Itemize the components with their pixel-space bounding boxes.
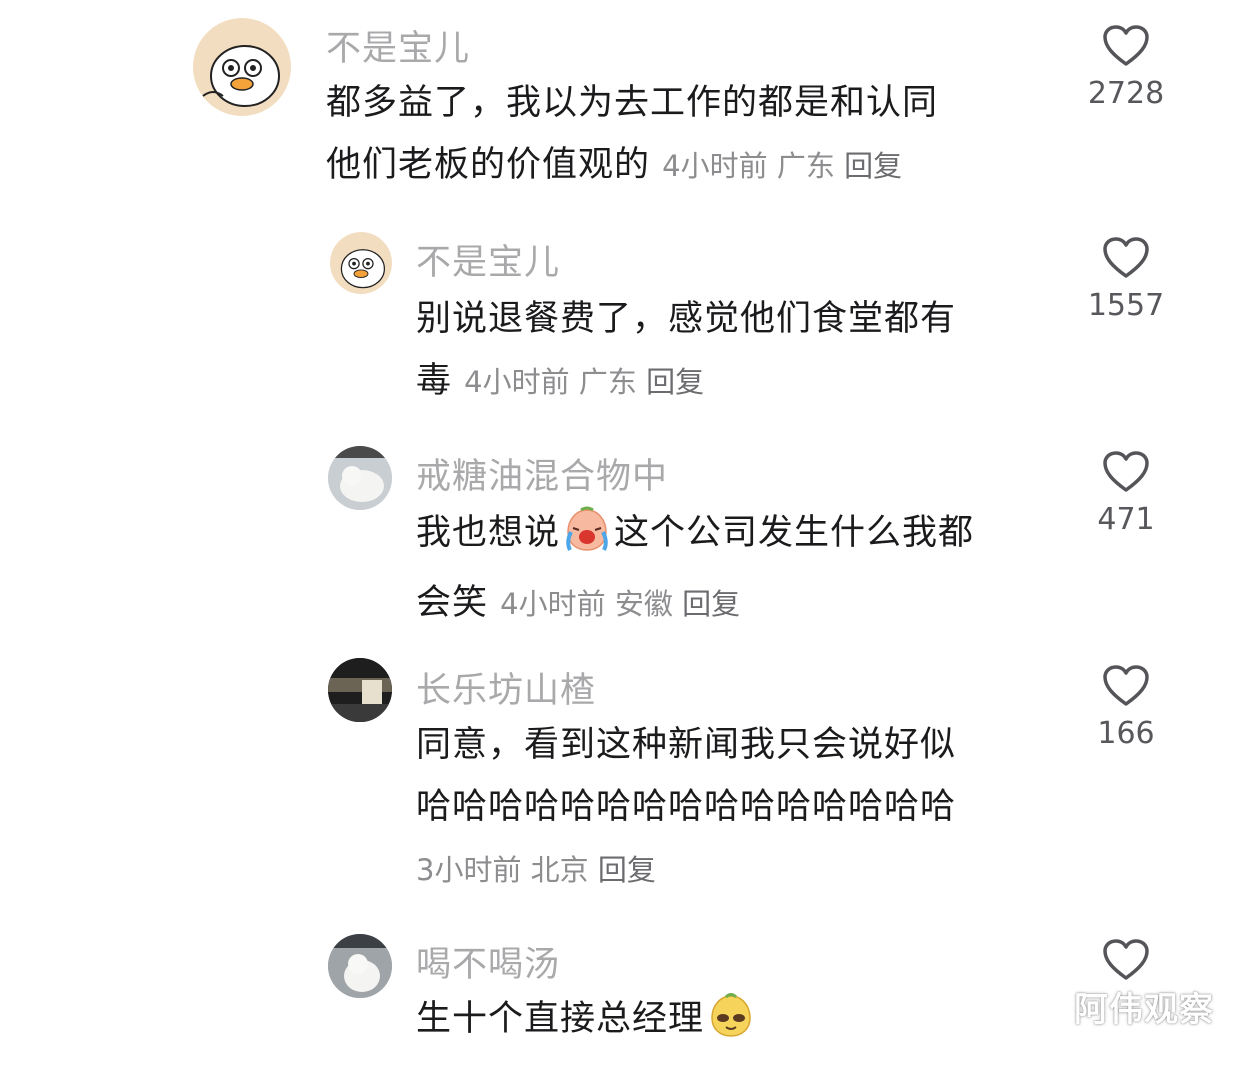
comment-line: 都多益了，我以为去工作的都是和认同 xyxy=(326,83,939,123)
cat-photo-avatar-icon xyxy=(328,446,392,510)
comment-meta: 4小时前 广东 回复 xyxy=(464,365,704,399)
avatar[interactable] xyxy=(330,232,392,294)
timestamp: 4小时前 xyxy=(662,149,768,183)
like-count: 166 xyxy=(1097,716,1155,751)
like-count: 471 xyxy=(1097,502,1155,537)
comment-line: 他们老板的价值观的 4小时前 广东 回复 xyxy=(326,134,1046,197)
reply-button[interactable]: 回复 xyxy=(646,365,704,399)
comment-line-text: 这个公司发生什么我都 xyxy=(614,513,975,553)
comment-text: 生十个直接总经理 xyxy=(416,988,1066,1058)
timestamp: 4小时前 xyxy=(464,365,570,399)
comment-meta: 3小时前 北京 回复 xyxy=(416,853,656,887)
comment-line: 别说退餐费了，感觉他们食堂都有 xyxy=(416,299,957,339)
comment-line-text: 生十个直接总经理 xyxy=(416,999,705,1039)
heart-outline-icon xyxy=(1103,25,1149,66)
like-button[interactable]: 166 xyxy=(1076,664,1176,751)
like-button[interactable]: 1557 xyxy=(1076,236,1176,323)
comment-2: 不是宝儿 别说退餐费了，感觉他们食堂都有 毒 4小时前 广东 回复 1557 xyxy=(0,220,1234,420)
timestamp: 3小时前 xyxy=(416,853,522,887)
comment-line: 毒 4小时前 广东 回复 xyxy=(416,350,1056,413)
comment-line-text: 毒 xyxy=(416,361,453,401)
heart-outline-icon xyxy=(1103,237,1149,278)
heart-outline-icon xyxy=(1103,939,1149,980)
comment-line-text: 会笑 xyxy=(416,583,489,623)
username[interactable]: 不是宝儿 xyxy=(416,234,560,285)
comment-text: 同意，看到这种新闻我只会说好似 哈哈哈哈哈哈哈哈哈哈哈哈哈哈哈 3小时前 北京 … xyxy=(416,714,1066,901)
reply-button[interactable]: 回复 xyxy=(682,587,740,621)
comment-line-text: 我也想说 xyxy=(416,513,561,553)
dog-photo-avatar-icon xyxy=(328,934,392,998)
avatar[interactable] xyxy=(328,658,392,722)
location: 广东 xyxy=(578,365,637,399)
username[interactable]: 喝不喝汤 xyxy=(416,936,560,987)
like-count: 2728 xyxy=(1087,76,1165,111)
comment-line: 3小时前 北京 回复 xyxy=(416,838,1066,901)
avatar[interactable] xyxy=(328,934,392,998)
comment-text: 别说退餐费了，感觉他们食堂都有 毒 4小时前 广东 回复 xyxy=(416,288,1056,413)
avatar[interactable] xyxy=(328,446,392,510)
comment-line: 生十个直接总经理 xyxy=(416,988,1066,1058)
username[interactable]: 不是宝儿 xyxy=(326,20,470,71)
comment-meta: 4小时前 安徽 回复 xyxy=(500,587,740,621)
location: 北京 xyxy=(530,853,589,887)
heart-outline-icon xyxy=(1103,665,1149,706)
comment-text: 都多益了，我以为去工作的都是和认同 他们老板的价值观的 4小时前 广东 回复 xyxy=(326,72,1046,197)
comment-4: 长乐坊山楂 同意，看到这种新闻我只会说好似 哈哈哈哈哈哈哈哈哈哈哈哈哈哈哈 3小… xyxy=(0,648,1234,908)
username[interactable]: 戒糖油混合物中 xyxy=(416,448,668,499)
comment-3: 戒糖油混合物中 我也想说 这个公司发生什么我都 会笑 4小时前 安徽 回复 471 xyxy=(0,434,1234,634)
crying-emoji-icon xyxy=(562,506,612,572)
timestamp: 4小时前 xyxy=(500,587,606,621)
comment-line: 会笑 4小时前 安徽 回复 xyxy=(416,572,1066,635)
username[interactable]: 长乐坊山楂 xyxy=(416,662,596,713)
duck-avatar-icon xyxy=(202,45,280,107)
watermark: 阿伟观察 xyxy=(1074,990,1214,1030)
comment-1: 不是宝儿 都多益了，我以为去工作的都是和认同 他们老板的价值观的 4小时前 广东… xyxy=(0,0,1234,200)
like-button[interactable]: 471 xyxy=(1076,450,1176,537)
like-button[interactable] xyxy=(1076,938,1176,982)
comment-5: 喝不喝汤 生十个直接总经理 xyxy=(0,922,1234,1065)
comment-line: 同意，看到这种新闻我只会说好似 xyxy=(416,725,957,765)
comment-text: 我也想说 这个公司发生什么我都 会笑 4小时前 安徽 回复 xyxy=(416,502,1066,635)
heart-outline-icon xyxy=(1103,451,1149,492)
comment-line-text: 他们老板的价值观的 xyxy=(326,145,651,185)
location: 安徽 xyxy=(614,587,673,621)
reply-button[interactable]: 回复 xyxy=(598,853,656,887)
scenery-photo-avatar-icon xyxy=(328,658,392,722)
comment-line: 哈哈哈哈哈哈哈哈哈哈哈哈哈哈哈 xyxy=(416,787,957,827)
avatar[interactable] xyxy=(193,18,291,116)
smug-emoji-icon xyxy=(706,992,756,1058)
location: 广东 xyxy=(776,149,835,183)
like-button[interactable]: 2728 xyxy=(1076,24,1176,111)
comment-meta: 4小时前 广东 回复 xyxy=(662,149,902,183)
reply-button[interactable]: 回复 xyxy=(844,149,902,183)
like-count: 1557 xyxy=(1087,288,1165,323)
duck-avatar-icon xyxy=(340,249,386,289)
comment-line: 我也想说 这个公司发生什么我都 xyxy=(416,502,1066,572)
